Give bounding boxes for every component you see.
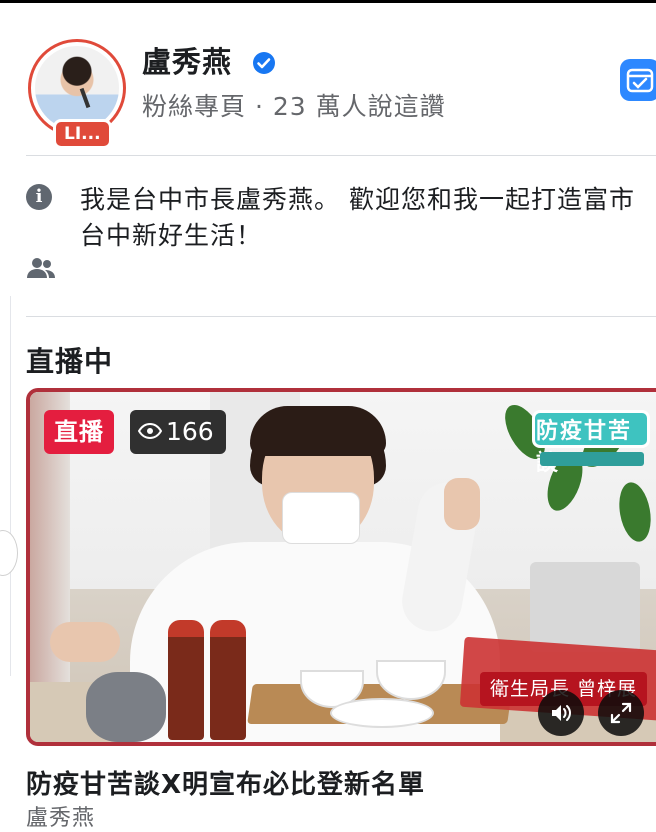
video-title[interactable]: 防疫甘苦談X明宣布必比登新名單 [26,764,425,801]
divider [26,316,656,317]
video-author[interactable]: 盧秀燕 [26,800,95,832]
scene-plush-toy [86,672,166,742]
verified-badge-icon [253,52,275,74]
scene-plate [330,698,434,728]
avatar-image [35,46,119,130]
program-logo-text: 防疫甘苦談 [536,419,633,476]
page-header: LI... 盧秀燕 粉絲專頁 · 23 萬人說這讚 [0,3,656,155]
page-subtitle: 粉絲專頁 · 23 萬人說這讚 [142,92,446,121]
drag-handle[interactable] [0,530,18,576]
speaker-icon [552,705,571,721]
live-status-pill[interactable]: LI... [53,119,112,149]
viewer-count-badge: 166 [130,410,226,454]
scene-bottle [168,620,204,740]
program-logo-subbar [540,452,644,466]
info-icon: i [26,184,52,210]
scene-hair-top [250,406,386,456]
fullscreen-button[interactable] [598,690,644,736]
blurred-info-row [80,256,540,286]
calendar-check-button[interactable] [620,59,656,101]
eye-icon [137,422,163,440]
scene-mask [282,492,360,544]
calendar-check-icon [626,68,654,93]
scene-bottle [210,620,246,740]
program-logo: 防疫甘苦談 [532,400,652,476]
left-panel-edge [0,296,11,676]
page-bio: 我是台中市長盧秀燕。 歡迎您和我一起打造富市台中新好生活！ [80,185,635,250]
scene-plant-pot [530,562,640,652]
scene-hand [50,622,120,662]
people-icon [27,258,55,278]
divider [26,155,656,156]
viewer-count: 166 [166,417,214,446]
scene-leaf [615,479,655,545]
expand-icon [610,702,632,724]
section-title: 直播中 [26,345,114,378]
volume-button[interactable] [538,690,584,736]
live-video-player[interactable]: 直播 166 防疫甘苦談 衛生局長 曾梓展 [26,388,656,746]
live-badge: 直播 [44,410,114,454]
page-title[interactable]: 盧秀燕 [142,39,232,81]
scene-hand [444,478,480,530]
